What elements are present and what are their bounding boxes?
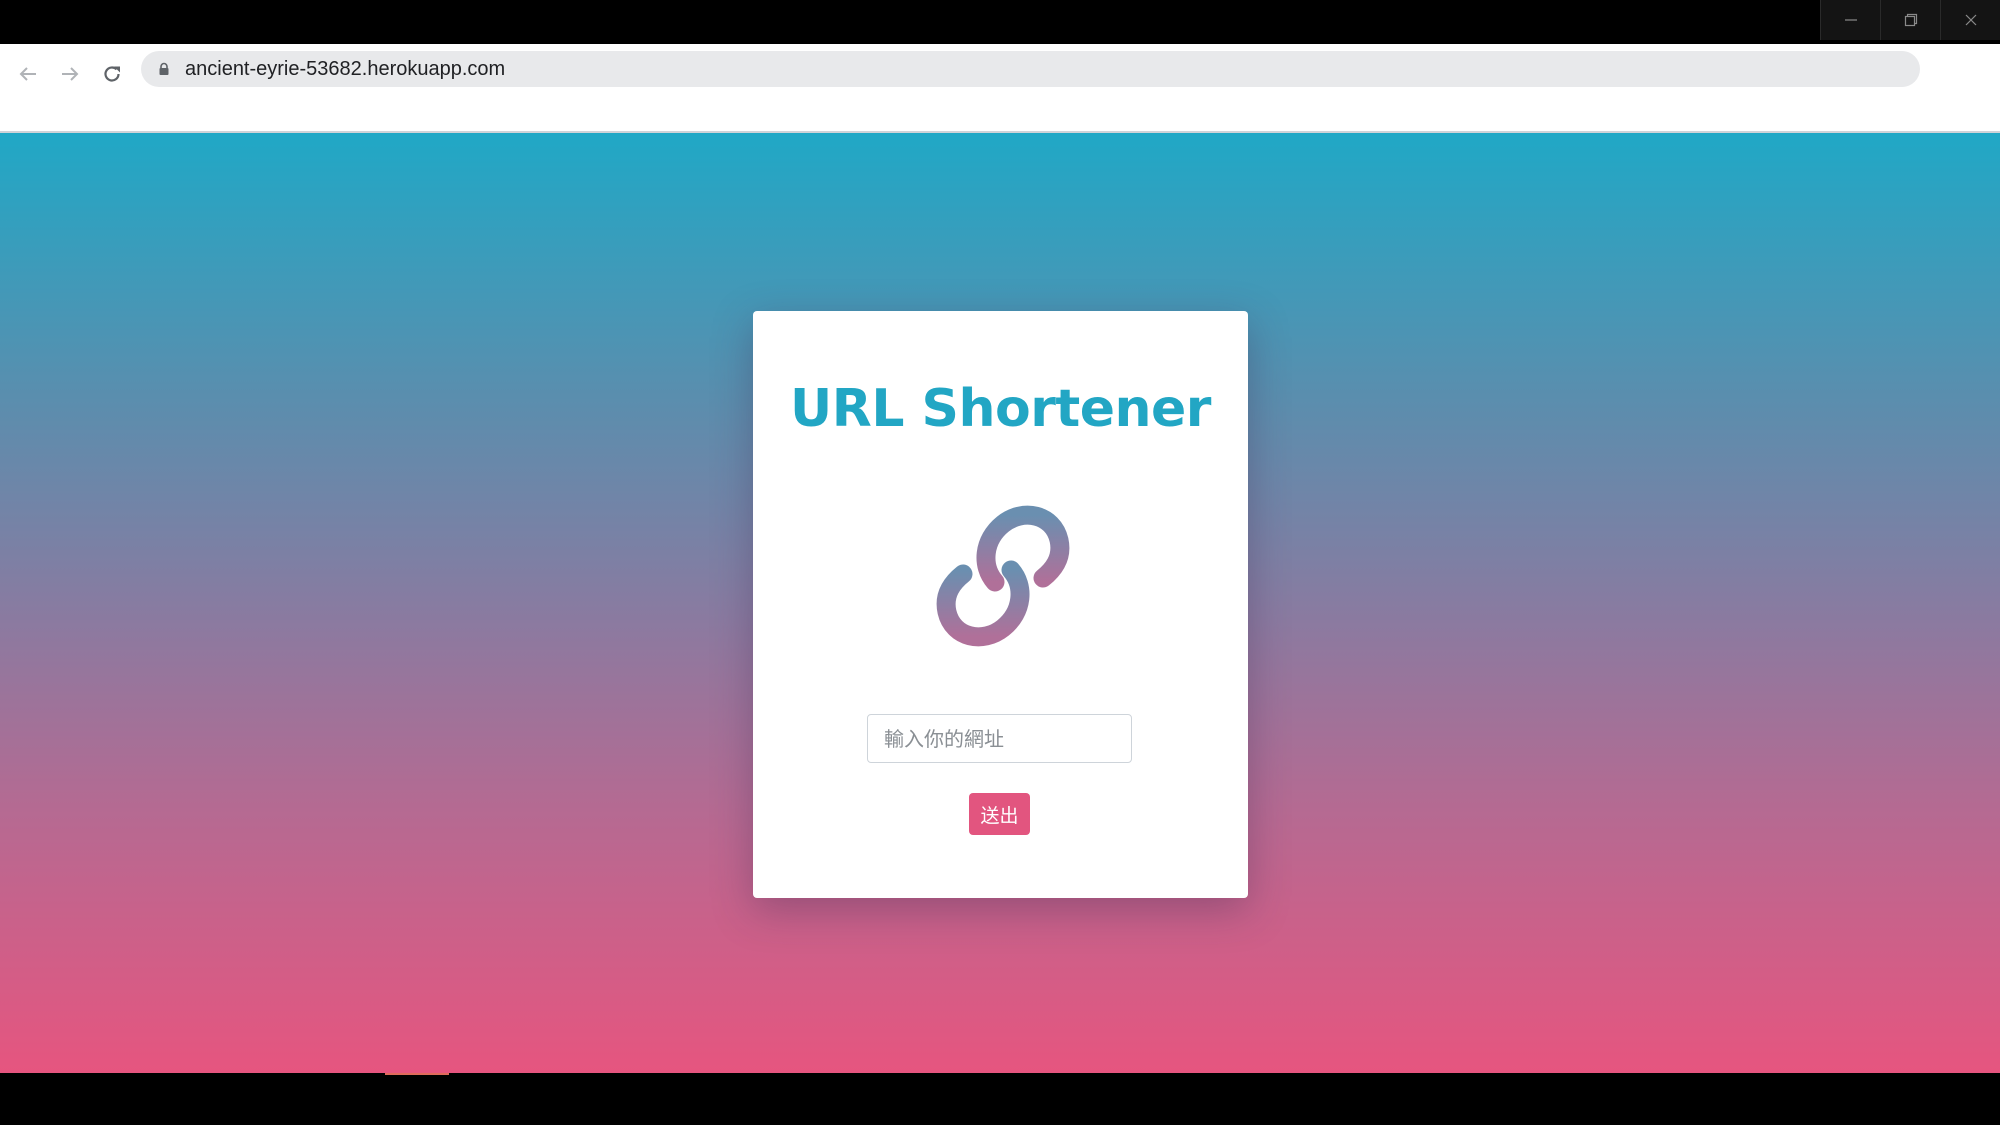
restore-icon — [1904, 13, 1917, 27]
link-icon — [936, 505, 1070, 647]
back-button[interactable] — [10, 56, 46, 92]
page-title: URL Shortener — [790, 379, 1211, 439]
address-bar[interactable]: ancient-eyrie-53682.herokuapp.com — [141, 51, 1920, 87]
window-titlebar — [0, 0, 2000, 44]
minimize-button[interactable] — [1820, 0, 1880, 40]
taskbar-strip — [0, 1073, 2000, 1125]
reload-button[interactable] — [94, 56, 130, 92]
address-url: ancient-eyrie-53682.herokuapp.com — [185, 58, 506, 80]
back-arrow-icon — [19, 67, 36, 81]
minimize-icon — [1844, 19, 1857, 21]
close-button[interactable] — [1940, 0, 2000, 40]
browser-toolbar: ancient-eyrie-53682.herokuapp.com — [0, 44, 2000, 133]
forward-arrow-icon — [62, 67, 79, 81]
forward-button[interactable] — [52, 56, 88, 92]
restore-button[interactable] — [1880, 0, 1940, 40]
shortener-card: URL Shortener 送出 — [753, 311, 1248, 898]
reload-icon — [104, 66, 120, 82]
submit-button[interactable]: 送出 — [969, 793, 1030, 835]
close-icon — [1965, 14, 1976, 26]
taskbar-accent — [385, 1073, 449, 1075]
window-controls — [1820, 0, 2000, 40]
lock-icon — [159, 62, 169, 75]
url-input[interactable] — [867, 714, 1132, 763]
